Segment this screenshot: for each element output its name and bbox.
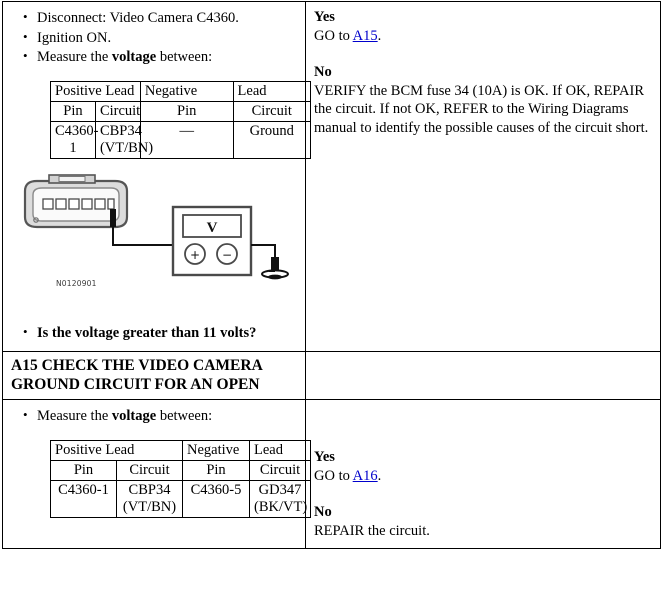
column-header-neg-circuit: Circuit	[232, 100, 312, 122]
question-text: Is the voltage greater than 11 volts?	[37, 324, 257, 341]
step-a15-answer-cell: Yes GO to A16. No REPAIR the circuit.	[305, 399, 661, 549]
table-row: Pin Circuit Pin Circuit	[50, 100, 312, 122]
header-negative-lead: Lead	[232, 80, 312, 102]
lead-table-a14: Positive Lead Negative Lead Pin Circuit …	[50, 80, 312, 159]
answer-yes-suffix: .	[377, 27, 382, 44]
header-positive-lead: Positive Lead	[50, 439, 183, 461]
cell-neg-circuit-line1: GD347	[258, 481, 302, 498]
connector-icon	[23, 173, 129, 228]
instruction-text: Measure the	[37, 408, 112, 424]
step-a15-row: Measure the voltage between: Positive Le…	[2, 399, 661, 549]
meter-display-label: V	[207, 220, 218, 236]
instruction-text-tail: between:	[156, 49, 213, 65]
link-a16[interactable]: A16	[353, 468, 378, 484]
step-a15-answers: Yes GO to A16. No REPAIR the circuit.	[306, 400, 660, 548]
list-item: Measure the voltage between:	[23, 47, 297, 67]
answer-yes-suffix: .	[377, 467, 382, 484]
cell-pos-pin: C4360-1	[50, 479, 117, 518]
diagnostic-table: Disconnect: Video Camera C4360. Ignition…	[2, 1, 661, 549]
instruction-emphasis: voltage	[111, 49, 157, 65]
link-a15[interactable]: A15	[353, 28, 378, 44]
cell-neg-circuit-line2: (BK/VT)	[254, 498, 308, 515]
column-header-pos-circuit: Circuit	[116, 459, 183, 481]
instruction-text: Disconnect: Video Camera C4360.	[37, 10, 239, 26]
step-a14-answer-cell: Yes GO to A15. No VERIFY the BCM fuse 34…	[305, 1, 661, 352]
answer-no-label: No	[314, 504, 332, 520]
voltmeter-diagram-svg: V + −	[23, 173, 289, 279]
page-title: A15 CHECK THE VIDEO CAMERA GROUND CIRCUI…	[11, 357, 262, 393]
table-row: Positive Lead Negative Lead	[50, 439, 311, 461]
cell-pos-circuit-line1: CBP34	[99, 122, 142, 139]
column-header-pos-pin: Pin	[50, 459, 117, 481]
header-negative: Negative	[182, 439, 250, 461]
table-row: C4360-1 CBP34 (VT/BN) C4360-5 GD347 (BK/…	[50, 479, 311, 518]
table-row: Positive Lead Negative Lead	[50, 80, 312, 102]
answer-yes-text: GO to A15.	[314, 27, 652, 46]
step-a14-row: Disconnect: Video Camera C4360. Ignition…	[2, 1, 661, 352]
cell-neg-pin: —	[139, 120, 234, 159]
table-row: Pin Circuit Pin Circuit	[50, 459, 311, 481]
cell-neg-circuit: GD347 (BK/VT)	[249, 479, 311, 518]
instruction-text: Measure the	[37, 49, 112, 65]
answer-yes-label: Yes	[314, 9, 335, 25]
cell-neg-circuit: Ground	[232, 120, 312, 159]
lead-table-a15: Positive Lead Negative Lead Pin Circuit …	[50, 439, 311, 518]
answer-yes-prefix: GO to	[314, 27, 353, 44]
answer-yes-prefix: GO to	[314, 467, 353, 484]
answer-no-text: VERIFY the BCM fuse 34 (10A) is OK. If O…	[314, 82, 649, 136]
column-header-pos-circuit: Circuit	[94, 100, 141, 122]
header-positive-lead: Positive Lead	[50, 80, 141, 102]
cell-pos-circuit: CBP34 (VT/BN)	[116, 479, 183, 518]
step-a15-heading-row: A15 CHECK THE VIDEO CAMERA GROUND CIRCUI…	[2, 351, 661, 400]
cell-pos-pin: C4360-1	[50, 120, 99, 159]
instruction-text: Ignition ON.	[37, 29, 112, 46]
step-a14-body-cell: Disconnect: Video Camera C4360. Ignition…	[2, 1, 312, 352]
column-header-neg-circuit: Circuit	[249, 459, 311, 481]
answer-yes-label: Yes	[314, 449, 335, 465]
answer-no-text: REPAIR the circuit.	[314, 522, 430, 539]
ground-symbol-icon	[261, 256, 289, 279]
step-a14-answers: Yes GO to A15. No VERIFY the BCM fuse 34…	[306, 2, 660, 145]
cell-neg-pin: C4360-5	[182, 479, 250, 518]
step-a14-instruction-list: Disconnect: Video Camera C4360. Ignition…	[11, 8, 297, 67]
step-a15-heading-cell: A15 CHECK THE VIDEO CAMERA GROUND CIRCUI…	[2, 351, 306, 400]
cell-pos-circuit-line2: (VT/BN)	[122, 498, 177, 515]
header-negative-lead: Lead	[249, 439, 311, 461]
cell-pos-circuit-line2: (VT/BN)	[99, 139, 154, 156]
measurement-figure: V + − N0120901	[11, 173, 297, 323]
step-a15-instruction-list: Measure the voltage between:	[11, 406, 297, 426]
list-item: Ignition ON.	[23, 28, 297, 48]
instruction-emphasis: voltage	[111, 408, 157, 424]
column-header-pos-pin: Pin	[50, 100, 96, 122]
cell-pos-circuit: CBP34 (VT/BN)	[94, 120, 153, 159]
step-a15-body-cell: Measure the voltage between: Positive Le…	[2, 399, 311, 549]
cell-pos-circuit-line1: CBP34	[128, 481, 171, 498]
voltmeter-icon: V + −	[171, 205, 253, 276]
figure-code: N0120901	[56, 278, 97, 288]
step-a14-question-list: Is the voltage greater than 11 volts?	[11, 323, 297, 343]
meter-negative-terminal: −	[222, 248, 232, 262]
table-row: C4360-1 CBP34 (VT/BN) — Ground	[50, 120, 312, 159]
meter-positive-terminal: +	[190, 248, 200, 262]
instruction-text-tail: between:	[156, 408, 213, 424]
step-a15-heading-blank-cell	[305, 351, 661, 400]
list-item: Measure the voltage between:	[23, 406, 297, 426]
column-header-neg-pin: Pin	[139, 100, 234, 122]
list-item: Is the voltage greater than 11 volts?	[23, 323, 297, 343]
header-negative: Negative	[139, 80, 234, 102]
diagnostic-page: Disconnect: Video Camera C4360. Ignition…	[0, 0, 664, 602]
answer-no-label: No	[314, 64, 332, 80]
column-header-neg-pin: Pin	[182, 459, 250, 481]
list-item: Disconnect: Video Camera C4360.	[23, 8, 297, 28]
answer-yes-text: GO to A16.	[314, 467, 652, 486]
